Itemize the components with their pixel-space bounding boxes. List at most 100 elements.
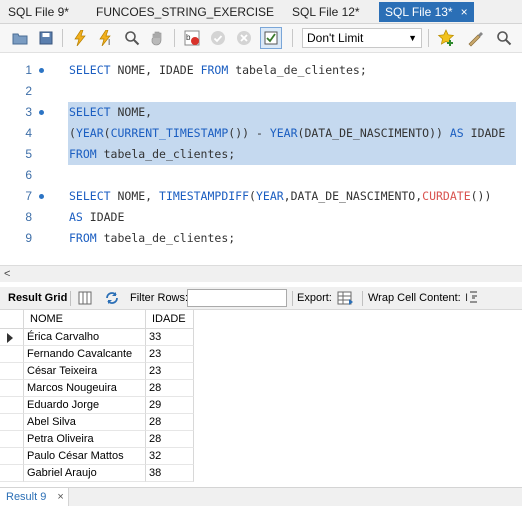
tab-bar: SQL File 9* FUNCOES_STRING_EXERCISE SQL … xyxy=(0,0,522,24)
code-token: ()) - xyxy=(228,126,270,140)
line-number: 7 xyxy=(25,189,32,203)
add-snippet-icon[interactable] xyxy=(436,28,456,48)
tab-sql-file-12[interactable]: SQL File 12* xyxy=(292,2,360,22)
explain-icon[interactable] xyxy=(122,28,142,48)
code-token: ,DATA_DE_NASCIMENTO, xyxy=(283,189,423,203)
cell-nome[interactable]: César Teixeira xyxy=(24,363,146,380)
row-header[interactable] xyxy=(0,380,24,397)
code-token: CURDATE xyxy=(422,189,471,203)
table-row[interactable]: Fernando Cavalcante 23 xyxy=(0,346,194,363)
cell-nome[interactable]: Marcos Nougeuira xyxy=(24,380,146,397)
cell-idade[interactable]: 29 xyxy=(146,397,194,414)
close-result-tab-icon[interactable]: × xyxy=(57,491,63,503)
toggle-error-icon[interactable]: b xyxy=(182,28,202,48)
sql-editor[interactable]: 1 SELECT NOME, IDADE FROM tabela_de_clien… xyxy=(0,53,522,265)
code-token: NOME, xyxy=(110,105,153,119)
commit-icon[interactable] xyxy=(208,28,228,48)
svg-text:b: b xyxy=(186,33,191,42)
cell-nome[interactable]: Érica Carvalho xyxy=(24,329,146,346)
code-token: tabela_de_clientes; xyxy=(228,63,367,77)
code-token: (DATA_DE_NASCIMENTO)) xyxy=(297,126,450,140)
cell-nome[interactable]: Eduardo Jorge xyxy=(24,397,146,414)
tab-sql-file-13[interactable]: SQL File 13* × xyxy=(379,2,474,22)
beautify-icon[interactable] xyxy=(466,28,486,48)
cell-idade[interactable]: 33 xyxy=(146,329,194,346)
row-header[interactable] xyxy=(0,329,24,346)
editor-line[interactable]: 2 xyxy=(0,81,522,102)
refresh-icon[interactable] xyxy=(104,291,120,305)
filter-rows-input[interactable] xyxy=(187,289,287,307)
column-header-nome[interactable]: NOME xyxy=(24,310,146,329)
cell-nome[interactable]: Paulo César Mattos xyxy=(24,448,146,465)
cell-idade[interactable]: 28 xyxy=(146,380,194,397)
save-icon[interactable] xyxy=(36,28,56,48)
svg-text:I: I xyxy=(465,292,468,304)
row-header[interactable] xyxy=(0,397,24,414)
cell-nome[interactable]: Gabriel Araujo xyxy=(24,465,146,482)
table-row[interactable]: Marcos Nougeuira 28 xyxy=(0,380,194,397)
editor-line[interactable]: 4 (YEAR(CURRENT_TIMESTAMP()) - YEAR(DATA_… xyxy=(0,123,522,144)
stop-icon[interactable] xyxy=(148,28,168,48)
editor-line[interactable]: 6 xyxy=(0,165,522,186)
close-tab-icon[interactable]: × xyxy=(461,5,468,19)
code-token: FROM xyxy=(200,63,229,77)
result-grid-button[interactable]: Result Grid xyxy=(8,287,67,309)
grid-corner xyxy=(0,310,24,329)
find-icon[interactable] xyxy=(494,28,514,48)
execute-current-icon[interactable]: I xyxy=(96,28,116,48)
code-token: SELECT xyxy=(69,105,111,119)
editor-line[interactable]: 3 SELECT NOME, xyxy=(0,102,522,123)
table-row[interactable]: Gabriel Araujo 38 xyxy=(0,465,194,482)
cell-nome[interactable]: Fernando Cavalcante xyxy=(24,346,146,363)
editor-line[interactable]: 9 FROM tabela_de_clientes; xyxy=(0,228,522,249)
limit-rows-select[interactable]: Don't Limit ▼ xyxy=(302,28,422,48)
editor-horizontal-scrollbar[interactable]: < xyxy=(0,265,522,282)
form-editor-icon[interactable] xyxy=(78,291,92,305)
row-header[interactable] xyxy=(0,414,24,431)
tab-sql-file-9[interactable]: SQL File 9* xyxy=(8,2,69,22)
line-number: 6 xyxy=(25,168,32,182)
row-header[interactable] xyxy=(0,431,24,448)
cell-nome[interactable]: Abel Silva xyxy=(24,414,146,431)
scroll-left-icon[interactable]: < xyxy=(4,266,10,282)
code-token: YEAR xyxy=(75,126,104,140)
code-text: (YEAR(CURRENT_TIMESTAMP()) - YEAR(DATA_D… xyxy=(69,123,505,144)
code-token: YEAR xyxy=(269,126,298,140)
wrap-cell-icon[interactable]: I xyxy=(464,290,478,306)
table-row[interactable]: Petra Oliveira 28 xyxy=(0,431,194,448)
code-token: ( xyxy=(249,189,256,203)
cell-idade[interactable]: 28 xyxy=(146,431,194,448)
editor-line[interactable]: 5 FROM tabela_de_clientes; xyxy=(0,144,522,165)
cell-idade[interactable]: 28 xyxy=(146,414,194,431)
editor-line[interactable]: 1 SELECT NOME, IDADE FROM tabela_de_clien… xyxy=(0,60,522,81)
table-row[interactable]: Paulo César Mattos 32 xyxy=(0,448,194,465)
rollback-icon[interactable] xyxy=(234,28,254,48)
table-row[interactable]: Eduardo Jorge 29 xyxy=(0,397,194,414)
editor-line[interactable]: 8 AS IDADE xyxy=(0,207,522,228)
tab-result-9[interactable]: Result 9 × xyxy=(0,488,69,506)
row-header[interactable] xyxy=(0,448,24,465)
cell-nome[interactable]: Petra Oliveira xyxy=(24,431,146,448)
tab-funcoes-string-exercise[interactable]: FUNCOES_STRING_EXERCISE xyxy=(96,2,274,22)
column-header-idade[interactable]: IDADE xyxy=(146,310,194,329)
table-row[interactable]: Abel Silva 28 xyxy=(0,414,194,431)
row-header[interactable] xyxy=(0,363,24,380)
cell-idade[interactable]: 32 xyxy=(146,448,194,465)
statement-marker-icon xyxy=(39,68,44,73)
table-row[interactable]: Érica Carvalho 33 xyxy=(0,329,194,346)
cell-idade[interactable]: 23 xyxy=(146,363,194,380)
table-row[interactable]: César Teixeira 23 xyxy=(0,363,194,380)
row-header[interactable] xyxy=(0,346,24,363)
code-token: ( xyxy=(103,126,111,140)
cell-idade[interactable]: 38 xyxy=(146,465,194,482)
row-header[interactable] xyxy=(0,465,24,482)
export-icon[interactable] xyxy=(337,290,355,306)
svg-text:I: I xyxy=(108,38,110,46)
open-folder-icon[interactable] xyxy=(10,28,30,48)
code-token: SELECT xyxy=(69,189,111,203)
auto-commit-icon[interactable] xyxy=(260,27,282,49)
cell-idade[interactable]: 23 xyxy=(146,346,194,363)
execute-icon[interactable] xyxy=(70,28,90,48)
editor-line[interactable]: 7 SELECT NOME, TIMESTAMPDIFF(YEAR,DATA_DE… xyxy=(0,186,522,207)
result-grid[interactable]: NOME IDADE Érica Carvalho 33 Fernando Cava… xyxy=(0,310,522,487)
